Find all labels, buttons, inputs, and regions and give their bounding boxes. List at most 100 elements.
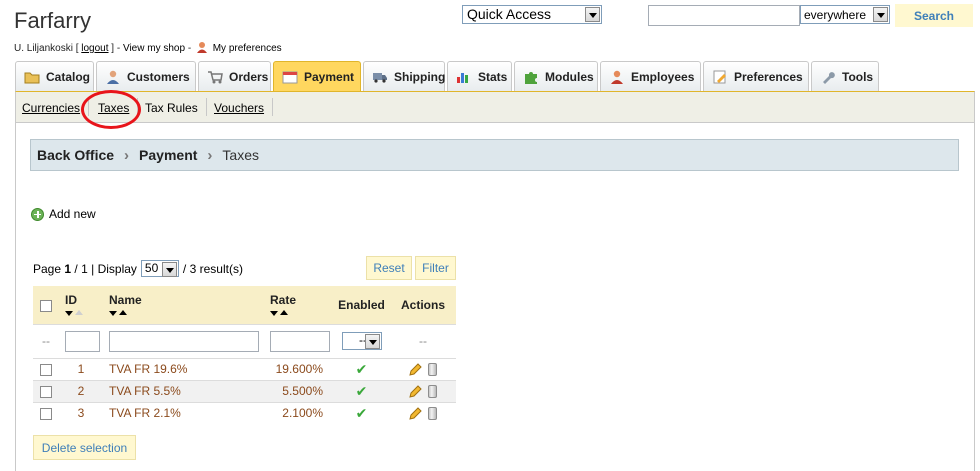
subnav-divider (206, 98, 207, 116)
sort-id-icon[interactable] (65, 309, 103, 317)
row-checkbox[interactable] (40, 408, 52, 421)
column-name: Name (109, 292, 142, 307)
tab-label: Payment (304, 69, 355, 84)
filter-row: -- -- -- (33, 323, 456, 358)
table-row[interactable]: 1 TVA FR 19.6% 19.600% ✔ (33, 357, 456, 380)
tab-shipping[interactable]: Shipping (363, 61, 445, 91)
tab-tools[interactable]: Tools (811, 61, 879, 91)
truck-icon (372, 70, 388, 84)
enabled-check-icon[interactable]: ✔ (356, 383, 368, 399)
tab-orders[interactable]: Orders (198, 61, 271, 91)
table-row[interactable]: 2 TVA FR 5.5% 5.500% ✔ (33, 379, 456, 402)
delete-icon[interactable] (428, 407, 437, 421)
tab-employees[interactable]: Employees (600, 61, 701, 91)
subnav-currencies[interactable]: Currencies (22, 101, 80, 115)
chevron-right-icon: › (207, 146, 213, 164)
search-scope-value: everywhere (804, 8, 867, 22)
display-word: Display (97, 261, 137, 276)
breadcrumb: Back Office › Payment › Taxes (30, 139, 959, 171)
subnav-tax-rules[interactable]: Tax Rules (145, 101, 198, 115)
folder-icon (24, 70, 40, 84)
search-button[interactable]: Search (895, 4, 973, 27)
wrench-icon (820, 70, 836, 84)
quick-access-select[interactable]: Quick Access (462, 5, 602, 24)
payment-icon (282, 70, 298, 84)
chevron-down-icon[interactable] (161, 262, 177, 277)
delete-icon[interactable] (428, 385, 437, 399)
user-name: U. Liljankoski (14, 43, 73, 54)
row-checkbox[interactable] (40, 385, 52, 398)
breadcrumb-taxes: Taxes (222, 147, 259, 163)
logout-link[interactable]: logout (81, 43, 108, 54)
chevron-down-icon[interactable] (585, 7, 600, 22)
tab-label: Modules (545, 69, 594, 84)
subnav-vouchers[interactable]: Vouchers (214, 101, 264, 115)
puzzle-icon (523, 70, 539, 84)
chevron-down-icon[interactable] (873, 7, 888, 22)
filter-rate-input[interactable] (270, 330, 330, 352)
select-all-checkbox[interactable] (40, 299, 52, 312)
my-preferences-link[interactable]: My preferences (213, 43, 282, 54)
edit-icon[interactable] (409, 385, 422, 398)
tab-catalog[interactable]: Catalog (15, 61, 94, 91)
filter-name-input[interactable] (109, 330, 259, 352)
filter-placeholder: -- (42, 334, 50, 348)
breadcrumb-payment[interactable]: Payment (139, 147, 197, 163)
add-icon (31, 207, 44, 221)
filter-placeholder: -- (419, 334, 427, 348)
column-actions: Actions (400, 297, 445, 312)
filter-id-input[interactable] (65, 330, 100, 352)
results-count: / 3 result(s) (182, 261, 243, 276)
edit-icon[interactable] (409, 363, 422, 376)
tab-label: Employees (631, 69, 695, 84)
row-name: TVA FR 5.5% (103, 379, 263, 402)
table-row[interactable]: 3 TVA FR 2.1% 2.100% ✔ (33, 401, 456, 424)
enabled-check-icon[interactable]: ✔ (356, 361, 368, 377)
delete-selection-button[interactable]: Delete selection (33, 435, 136, 460)
row-rate: 2.100% (263, 401, 333, 424)
add-new-link[interactable]: Add new (31, 207, 96, 221)
user-preferences-icon (196, 41, 208, 53)
tab-modules[interactable]: Modules (514, 61, 598, 91)
shop-title: Farfarry (14, 8, 91, 33)
view-shop-link[interactable]: View my shop (123, 43, 185, 54)
column-rate: Rate (270, 292, 297, 307)
enabled-check-icon[interactable]: ✔ (356, 405, 368, 421)
customer-icon (105, 70, 121, 84)
edit-icon[interactable] (409, 407, 422, 421)
column-enabled: Enabled (338, 297, 385, 312)
pagination: Page 1 / 1 | Display 50 / 3 result(s) (33, 260, 243, 277)
preferences-icon (712, 70, 728, 84)
per-page-select[interactable]: 50 (140, 260, 179, 277)
tab-payment[interactable]: Payment (273, 61, 361, 91)
row-rate: 19.600% (263, 357, 333, 380)
column-id: ID (65, 292, 77, 307)
current-page: 1 (64, 261, 72, 276)
page-word: Page (33, 261, 62, 276)
tab-stats[interactable]: Stats (447, 61, 512, 91)
add-new-label: Add new (49, 207, 96, 221)
tab-label: Customers (127, 69, 190, 84)
row-checkbox[interactable] (40, 363, 52, 376)
tab-label: Stats (478, 69, 508, 84)
filter-button[interactable]: Filter (415, 256, 456, 280)
chevron-down-icon[interactable] (364, 334, 380, 349)
tab-label: Tools (842, 69, 874, 84)
row-id: 3 (59, 401, 103, 424)
cart-icon (207, 70, 223, 84)
reset-button[interactable]: Reset (366, 256, 412, 280)
search-scope-select[interactable]: everywhere (800, 5, 890, 24)
tab-label: Catalog (46, 69, 91, 84)
sort-name-icon[interactable] (109, 309, 263, 317)
breadcrumb-back-office[interactable]: Back Office (37, 147, 114, 163)
chevron-right-icon: › (124, 146, 130, 164)
row-id: 2 (59, 379, 103, 402)
tab-customers[interactable]: Customers (96, 61, 196, 91)
filter-enabled-select[interactable]: -- (341, 332, 382, 350)
per-page-value: 50 (144, 261, 159, 275)
search-input[interactable] (648, 5, 800, 26)
tab-label: Orders (229, 69, 269, 84)
delete-icon[interactable] (428, 363, 437, 377)
sort-rate-icon[interactable] (270, 309, 333, 317)
tab-preferences[interactable]: Preferences (703, 61, 809, 91)
